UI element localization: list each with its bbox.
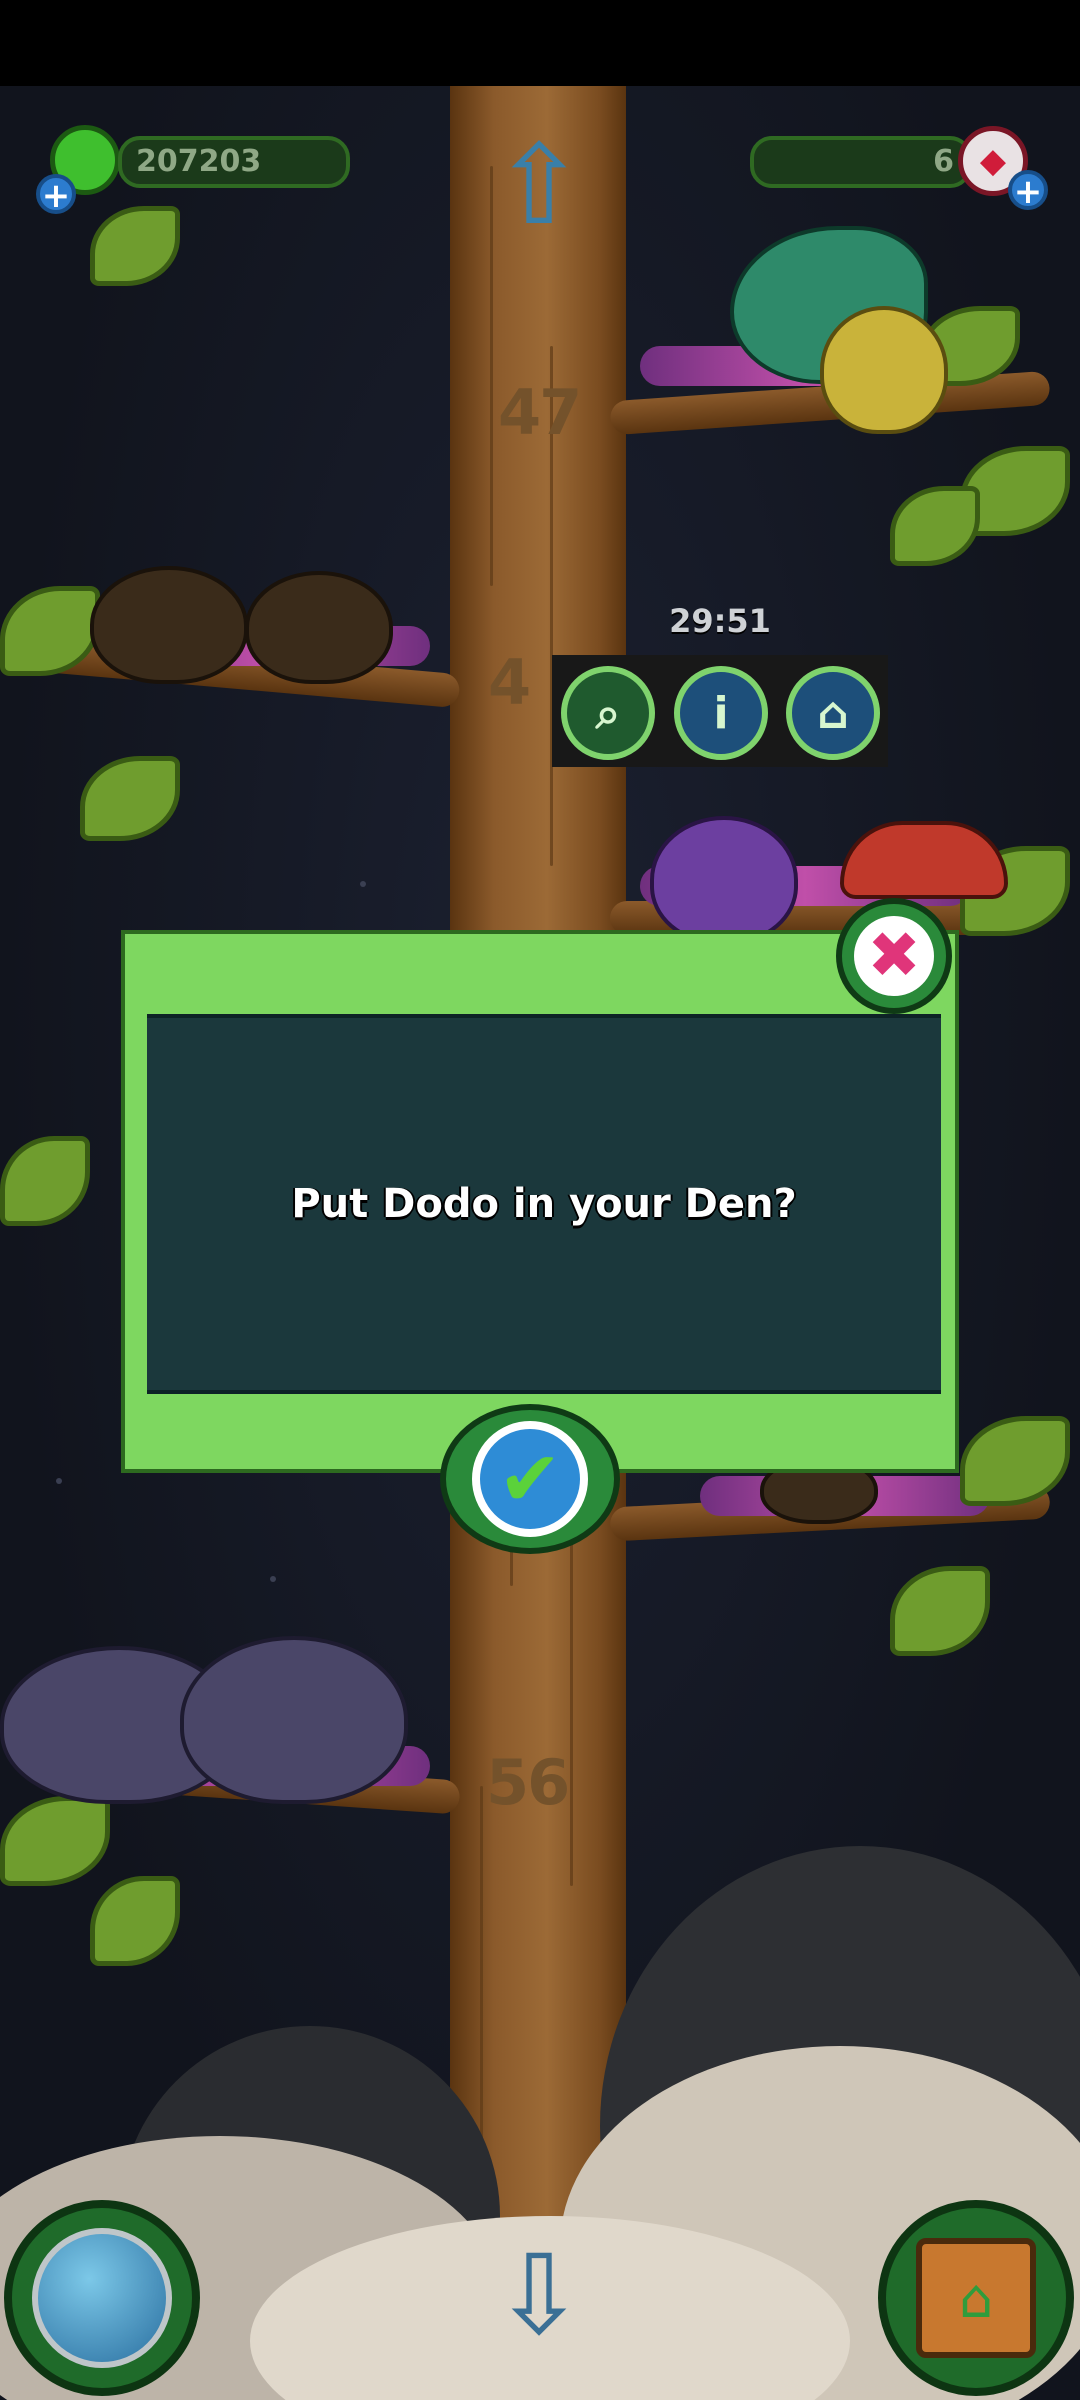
add-gems-button[interactable]: + [1008,170,1048,210]
level-number: 56 [486,1746,570,1819]
leaf [90,206,180,286]
dodo-animal[interactable] [650,816,798,944]
gems-counter: 6 [750,136,972,188]
leaf [960,1416,1070,1506]
dialog-message: Put Dodo in your Den? [291,1181,797,1227]
checkmark-icon: ✔ [472,1421,588,1537]
wombat-animal[interactable] [90,566,248,684]
down-arrow-icon[interactable]: ⇩ [474,2230,604,2360]
star [360,881,366,887]
den-icon[interactable]: ⌂ [786,666,880,760]
coins-counter: 207203 [118,136,350,188]
wombat-animal[interactable] [245,571,393,684]
confirm-button[interactable]: ✔ [440,1404,620,1554]
level-number: 4 [488,646,531,719]
leaf [90,1876,180,1966]
leaf [0,1796,110,1886]
add-coins-button[interactable]: + [36,174,76,214]
net-icon[interactable]: ⌕ [561,666,655,760]
close-button[interactable]: ✖ [836,898,952,1014]
leaf [890,486,980,566]
close-x-icon: ✖ [854,916,934,996]
star [56,1478,62,1484]
star [270,1576,276,1582]
dialog-body: Put Dodo in your Den? [147,1014,941,1394]
mushroom-decoration [840,821,1008,899]
globe-button[interactable] [4,2200,200,2396]
house-icon: ⌂ [916,2238,1036,2358]
rhino-animal[interactable] [180,1636,408,1804]
confirm-dialog: Put Dodo in your Den? [121,930,959,1473]
timer-text: 29:51 [669,602,771,640]
leaf [0,1136,90,1226]
house-button[interactable]: ⌂ [878,2200,1074,2396]
level-number: 47 [498,376,582,449]
coins-value: 207203 [136,144,262,179]
seahorse-animal[interactable] [820,306,948,434]
leaf [890,1566,990,1656]
status-bar [0,0,1080,86]
gems-value: 6 [933,144,954,179]
info-icon[interactable]: i [674,666,768,760]
up-arrow-icon[interactable]: ⇧ [474,120,604,250]
leaf [80,756,180,841]
globe-icon [32,2228,172,2368]
